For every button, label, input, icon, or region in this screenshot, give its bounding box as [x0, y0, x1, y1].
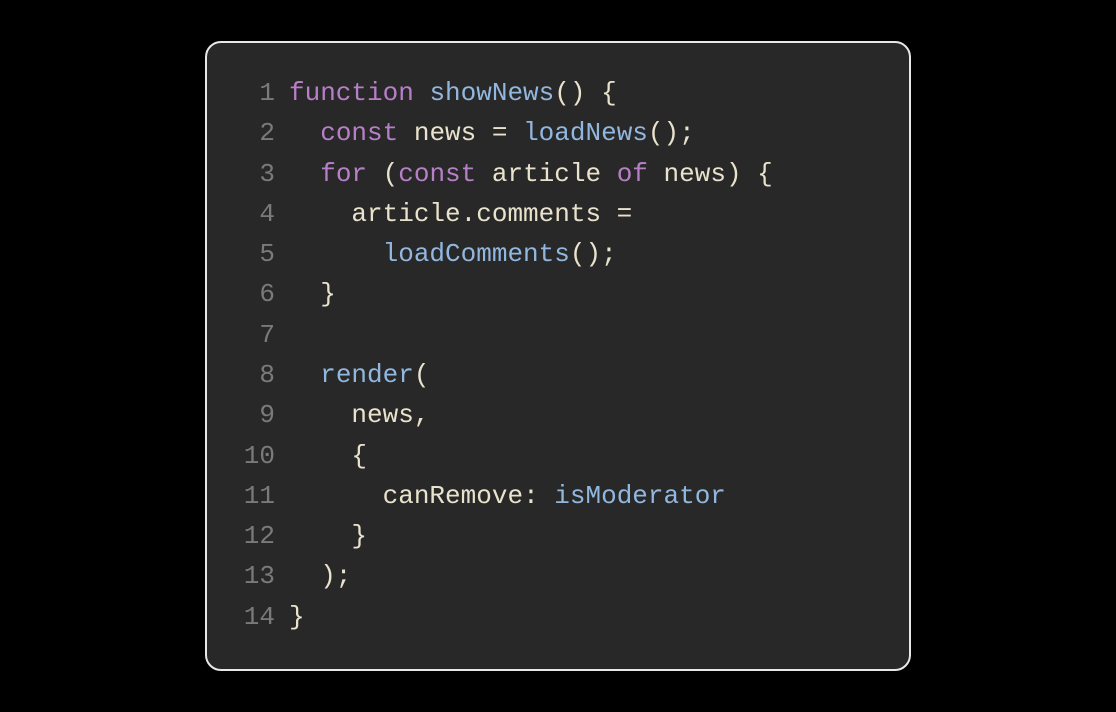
code-token: comments	[476, 199, 601, 229]
code-token: const	[320, 118, 398, 148]
code-content[interactable]: loadComments();	[289, 234, 617, 274]
code-content[interactable]: }	[289, 274, 336, 314]
line-number: 4	[233, 194, 275, 234]
code-token: =	[601, 199, 632, 229]
line-number: 5	[233, 234, 275, 274]
code-line[interactable]: 6 }	[233, 274, 871, 314]
line-number: 6	[233, 274, 275, 314]
code-content[interactable]: {	[289, 436, 367, 476]
code-token: :	[523, 481, 554, 511]
code-token: news	[414, 118, 476, 148]
line-number: 2	[233, 113, 275, 153]
code-token: () {	[554, 78, 616, 108]
code-token: =	[476, 118, 523, 148]
code-token: .	[461, 199, 477, 229]
line-number: 14	[233, 597, 275, 637]
code-token: of	[617, 159, 648, 189]
code-token: ) {	[726, 159, 773, 189]
code-token: article	[351, 199, 460, 229]
code-line[interactable]: 13 );	[233, 556, 871, 596]
code-token: for	[320, 159, 367, 189]
line-number: 9	[233, 395, 275, 435]
code-token: }	[289, 602, 305, 632]
code-token: }	[289, 521, 367, 551]
code-content[interactable]: }	[289, 597, 305, 637]
code-token: news	[664, 159, 726, 189]
code-content[interactable]: news,	[289, 395, 429, 435]
code-line[interactable]: 7	[233, 315, 871, 355]
code-line[interactable]: 11 canRemove: isModerator	[233, 476, 871, 516]
code-token	[289, 481, 383, 511]
code-line[interactable]: 14}	[233, 597, 871, 637]
line-number: 7	[233, 315, 275, 355]
line-number: 12	[233, 516, 275, 556]
code-editor-panel: 1function showNews() {2 const news = loa…	[205, 41, 911, 671]
code-token	[289, 400, 351, 430]
code-token	[601, 159, 617, 189]
code-line[interactable]: 2 const news = loadNews();	[233, 113, 871, 153]
code-content[interactable]: render(	[289, 355, 429, 395]
code-line[interactable]: 9 news,	[233, 395, 871, 435]
line-number: 8	[233, 355, 275, 395]
code-token	[289, 118, 320, 148]
code-content[interactable]: article.comments =	[289, 194, 632, 234]
line-number: 1	[233, 73, 275, 113]
code-content[interactable]: const news = loadNews();	[289, 113, 695, 153]
code-token: isModerator	[554, 481, 726, 511]
code-token	[398, 118, 414, 148]
code-token: canRemove	[383, 481, 523, 511]
code-token: }	[289, 279, 336, 309]
code-token: loadComments	[383, 239, 570, 269]
line-number: 13	[233, 556, 275, 596]
line-number: 3	[233, 154, 275, 194]
code-token: render	[320, 360, 414, 390]
code-token: loadNews	[523, 118, 648, 148]
code-content[interactable]: canRemove: isModerator	[289, 476, 726, 516]
code-token: article	[492, 159, 601, 189]
code-token: const	[398, 159, 476, 189]
code-line[interactable]: 4 article.comments =	[233, 194, 871, 234]
code-content[interactable]: );	[289, 556, 351, 596]
code-token	[476, 159, 492, 189]
code-token	[648, 159, 664, 189]
code-token: (	[414, 360, 430, 390]
code-content[interactable]: function showNews() {	[289, 73, 617, 113]
code-line[interactable]: 8 render(	[233, 355, 871, 395]
code-content[interactable]: }	[289, 516, 367, 556]
code-token: {	[289, 441, 367, 471]
code-token	[289, 199, 351, 229]
code-line[interactable]: 10 {	[233, 436, 871, 476]
code-content[interactable]: for (const article of news) {	[289, 154, 773, 194]
code-line[interactable]: 1 function showNews() {	[233, 73, 871, 113]
code-token: );	[289, 561, 351, 591]
code-token	[289, 239, 383, 269]
line-number: 10	[233, 436, 275, 476]
code-token	[289, 360, 320, 390]
code-token: showNews	[429, 78, 554, 108]
code-token: function	[289, 78, 414, 108]
code-line[interactable]: 5 loadComments();	[233, 234, 871, 274]
code-token	[414, 78, 430, 108]
code-line[interactable]: 3 for (const article of news) {	[233, 154, 871, 194]
code-token	[289, 159, 320, 189]
code-token: ,	[414, 400, 430, 430]
code-token: ();	[648, 118, 695, 148]
code-token: (	[367, 159, 398, 189]
code-token: ();	[570, 239, 617, 269]
code-block[interactable]: 1function showNews() {2 const news = loa…	[233, 73, 871, 637]
code-line[interactable]: 12 }	[233, 516, 871, 556]
code-token: news	[351, 400, 413, 430]
line-number: 11	[233, 476, 275, 516]
